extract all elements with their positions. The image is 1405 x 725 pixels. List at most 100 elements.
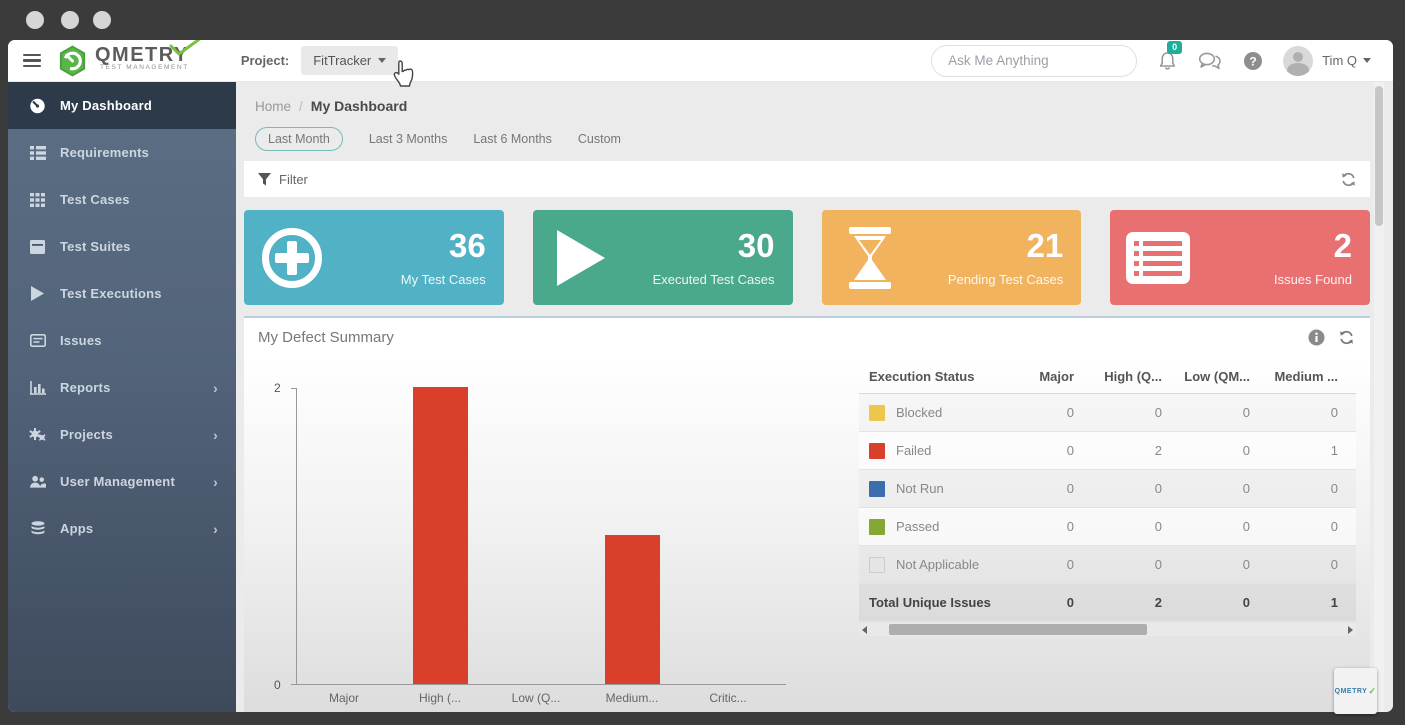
list-card-icon <box>1110 210 1206 305</box>
refresh-icon[interactable] <box>1339 330 1354 345</box>
funnel-icon[interactable] <box>258 173 271 186</box>
table-row-failed: Failed 0 2 0 1 <box>859 432 1356 470</box>
sidebar-item-apps[interactable]: Apps › <box>8 505 236 552</box>
plus-circle-icon <box>244 210 340 305</box>
app-header: QMETRY TEST MANAGEMENT Project: FitTrack… <box>8 40 1393 82</box>
app-window: QMETRY TEST MANAGEMENT Project: FitTrack… <box>8 40 1393 712</box>
stat-card-issues-found[interactable]: 2 Issues Found <box>1110 210 1370 305</box>
avatar[interactable] <box>1283 46 1313 76</box>
notifications-button[interactable]: 0 <box>1158 51 1177 71</box>
defect-summary-panel: My Defect Summary 2 <box>244 316 1370 712</box>
messages-button[interactable] <box>1198 51 1222 70</box>
brand-tagline: TEST MANAGEMENT <box>95 64 189 71</box>
chevron-down-icon[interactable] <box>1363 58 1371 63</box>
qmetry-logo-icon <box>56 44 89 78</box>
chart-x-axis <box>296 684 786 685</box>
sidebar-item-label: Test Suites <box>60 239 131 254</box>
bell-icon <box>1158 51 1177 71</box>
sidebar-item-test-cases[interactable]: Test Cases <box>8 176 236 223</box>
sidebar-item-label: Test Executions <box>60 286 162 301</box>
card-icon <box>29 332 46 349</box>
table-horizontal-scrollbar[interactable] <box>859 623 1356 636</box>
chart-x-label: Medium... <box>584 691 680 705</box>
sidebar-item-user-management[interactable]: User Management › <box>8 458 236 505</box>
sidebar-item-issues[interactable]: Issues <box>8 317 236 364</box>
table-header-row: Execution Status Major High (Q... Low (Q… <box>859 360 1356 394</box>
users-icon <box>29 473 46 490</box>
search-input[interactable] <box>948 53 1125 68</box>
time-filter-last-month[interactable]: Last Month <box>255 127 343 151</box>
sidebar-item-test-executions[interactable]: Test Executions <box>8 270 236 317</box>
play-icon <box>29 285 46 302</box>
stat-value: 21 <box>1027 229 1064 263</box>
time-filter-last-3-months[interactable]: Last 3 Months <box>369 128 448 150</box>
chart-y-tick-min: 0 <box>274 678 281 692</box>
stat-card-executed-test-cases[interactable]: 30 Executed Test Cases <box>533 210 793 305</box>
sidebar-item-reports[interactable]: Reports › <box>8 364 236 411</box>
list-icon <box>29 144 46 161</box>
defect-bar-chart: 2 0 MajorHigh (...Low (Q...Medium...Crit… <box>244 356 856 712</box>
scroll-right-arrow-icon[interactable] <box>1348 626 1353 634</box>
database-icon <box>29 520 46 537</box>
hourglass-icon <box>822 210 918 305</box>
stat-label: Executed Test Cases <box>653 272 775 287</box>
sidebar-item-label: Test Cases <box>60 192 130 207</box>
check-icon: ✓ <box>1368 686 1376 697</box>
time-range-filters: Last Month Last 3 Months Last 6 Months C… <box>255 127 1370 151</box>
filter-label[interactable]: Filter <box>279 172 308 187</box>
play-icon <box>533 210 629 305</box>
scrollbar-thumb[interactable] <box>1375 86 1383 226</box>
stat-card-pending-test-cases[interactable]: 21 Pending Test Cases <box>822 210 1082 305</box>
scroll-left-arrow-icon[interactable] <box>862 626 867 634</box>
chart-bar <box>413 387 468 684</box>
breadcrumb-home[interactable]: Home <box>255 99 291 114</box>
col-medium[interactable]: Medium ... <box>1268 369 1356 384</box>
project-label: Project: <box>241 53 289 68</box>
chevron-right-icon: › <box>213 474 218 490</box>
col-execution-status[interactable]: Execution Status <box>859 369 1004 384</box>
sidebar-item-test-suites[interactable]: Test Suites <box>8 223 236 270</box>
stat-label: My Test Cases <box>401 272 486 287</box>
user-menu[interactable]: Tim Q <box>1322 53 1357 68</box>
window-control-zoom[interactable] <box>93 11 111 29</box>
refresh-icon[interactable] <box>1341 172 1356 187</box>
table-row-blocked: Blocked 0 0 0 0 <box>859 394 1356 432</box>
status-swatch <box>869 519 885 535</box>
chevron-right-icon: › <box>213 521 218 537</box>
qmetry-watermark: QMETRY✓ <box>1334 668 1377 714</box>
page-vertical-scrollbar[interactable] <box>1374 82 1384 712</box>
defect-chart-plot: 2 0 MajorHigh (...Low (Q...Medium...Crit… <box>296 388 776 685</box>
help-button[interactable]: ? <box>1243 51 1263 71</box>
stat-cards: 36 My Test Cases 30 Executed Test Cases <box>244 210 1370 305</box>
chart-x-label: Critic... <box>680 691 776 705</box>
dashboard-icon <box>29 97 46 114</box>
time-filter-last-6-months[interactable]: Last 6 Months <box>473 128 552 150</box>
col-major[interactable]: Major <box>1004 369 1092 384</box>
stat-card-my-test-cases[interactable]: 36 My Test Cases <box>244 210 504 305</box>
menu-toggle-icon[interactable] <box>23 51 41 71</box>
project-dropdown[interactable]: FitTracker <box>301 46 398 75</box>
scrollbar-thumb[interactable] <box>889 624 1147 635</box>
status-swatch <box>869 557 885 573</box>
status-swatch <box>869 443 885 459</box>
window-control-minimize[interactable] <box>61 11 79 29</box>
grid-icon <box>29 191 46 208</box>
col-high[interactable]: High (Q... <box>1092 369 1180 384</box>
stat-label: Pending Test Cases <box>948 272 1063 287</box>
sidebar-item-my-dashboard[interactable]: My Dashboard <box>8 82 236 129</box>
chat-icon <box>1198 51 1222 70</box>
time-filter-custom[interactable]: Custom <box>578 128 621 150</box>
info-icon[interactable] <box>1308 329 1325 346</box>
suitcase-icon <box>29 238 46 255</box>
window-control-close[interactable] <box>26 11 44 29</box>
breadcrumb-separator: / <box>299 99 303 114</box>
col-low[interactable]: Low (QM... <box>1180 369 1268 384</box>
sidebar-item-label: Projects <box>60 427 113 442</box>
sidebar-item-label: My Dashboard <box>60 98 152 113</box>
svg-text:?: ? <box>1249 54 1256 68</box>
sidebar-item-projects[interactable]: Projects › <box>8 411 236 458</box>
chevron-down-icon <box>378 58 386 63</box>
sidebar-item-requirements[interactable]: Requirements <box>8 129 236 176</box>
notifications-badge: 0 <box>1167 41 1182 54</box>
status-swatch <box>869 481 885 497</box>
